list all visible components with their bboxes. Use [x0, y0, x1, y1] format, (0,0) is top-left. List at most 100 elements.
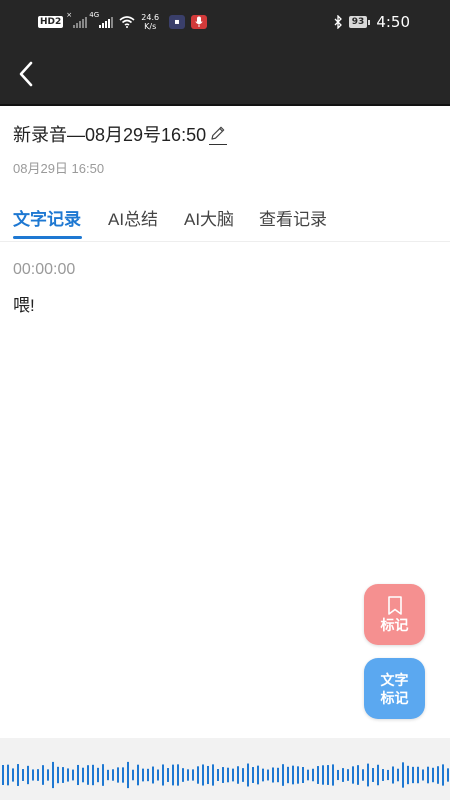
mark-button[interactable]: 标记 — [364, 584, 425, 645]
waveform-bar — [302, 767, 304, 783]
back-button[interactable] — [8, 56, 44, 92]
tab-view-records[interactable]: 查看记录 — [259, 205, 327, 230]
waveform-bar — [237, 766, 239, 784]
waveform-bar — [97, 767, 99, 783]
waveform-bar — [327, 765, 329, 785]
chevron-left-icon — [19, 61, 33, 87]
waveform-bar — [227, 767, 229, 783]
waveform-bar — [277, 767, 279, 783]
waveform-bar — [197, 766, 199, 784]
waveform-bar — [87, 765, 89, 785]
waveform-bar — [297, 766, 299, 784]
waveform-bar — [7, 764, 9, 786]
waveform-bar — [247, 763, 249, 787]
waveform-bar — [62, 767, 64, 783]
waveform-bar — [217, 769, 219, 781]
waveform-bar — [47, 769, 49, 781]
waveform-bar — [272, 767, 274, 783]
waveform-bar — [322, 765, 324, 785]
recording-title: 新录音—08月29号16:50 — [13, 125, 207, 145]
waveform-bar — [292, 765, 294, 785]
waveform-bar — [142, 768, 144, 782]
waveform-bar — [202, 764, 204, 786]
waveform-bar — [187, 769, 189, 781]
transcript-timestamp: 00:00:00 — [13, 261, 76, 278]
pencil-icon[interactable] — [209, 123, 228, 145]
status-bar: HD2 × 4G 24.6 K/s ▪ 93 4:50 — [0, 0, 450, 44]
waveform-bar — [147, 768, 149, 782]
waveform-bar — [92, 764, 94, 786]
waveform-bar — [317, 766, 319, 784]
waveform-bar — [157, 769, 159, 781]
waveform-bar — [207, 765, 209, 785]
waveform-bar — [387, 769, 389, 781]
waveform-bar — [377, 764, 379, 786]
waveform-bar — [427, 766, 429, 784]
tab-transcript[interactable]: 文字记录 — [13, 205, 81, 230]
status-right: 93 4:50 — [334, 10, 410, 34]
waveform-bar — [232, 768, 234, 782]
waveform-bar — [172, 764, 174, 786]
waveform-bar — [442, 764, 444, 786]
app-notification-icon: ▪ — [169, 15, 186, 29]
waveform-bar — [417, 766, 419, 784]
waveform-bar — [267, 769, 269, 781]
bookmark-icon — [387, 595, 402, 615]
waveform-bar — [167, 768, 169, 782]
waveform-bar — [407, 765, 409, 785]
microphone-icon — [191, 15, 208, 29]
waveform-bar — [222, 767, 224, 783]
waveform-bar — [72, 769, 74, 781]
text-mark-label-line2: 标记 — [380, 689, 409, 706]
waveform-bar — [367, 763, 369, 787]
recording-date: 08月29日 16:50 — [13, 161, 105, 176]
waveform-bar — [332, 764, 334, 786]
waveform-bar — [2, 765, 4, 785]
waveform-bar — [392, 766, 394, 784]
waveform-bar — [17, 764, 19, 786]
waveform-bar — [152, 766, 154, 784]
waveform-bar — [447, 768, 449, 782]
hd-icon: HD2 — [38, 16, 64, 28]
waveform-bar — [37, 769, 39, 781]
waveform-bar — [127, 761, 129, 789]
waveform-bar — [112, 769, 114, 781]
waveform-bar — [107, 769, 109, 781]
signal-4g-icon: 4G — [89, 11, 114, 28]
waveform-bar — [117, 767, 119, 783]
recording-title-row: 新录音—08月29号16:50 — [13, 121, 228, 147]
waveform-bar — [12, 768, 14, 782]
waveform-bar — [362, 769, 364, 781]
waveform-bar — [422, 769, 424, 781]
waveform-bar — [182, 768, 184, 782]
transcript-text: 喂! — [13, 296, 35, 315]
battery-icon: 93 — [348, 16, 371, 28]
waveform-bar — [347, 769, 349, 781]
waveform-bar — [22, 769, 24, 781]
waveform-bar — [412, 766, 414, 784]
waveform-bar — [42, 765, 44, 785]
waveform-bar — [82, 767, 84, 783]
waveform-bar — [242, 768, 244, 782]
waveform-bar — [162, 764, 164, 786]
waveform-bar — [212, 764, 214, 786]
waveform — [2, 761, 449, 789]
waveform-bar — [52, 761, 54, 789]
tab-ai-summary[interactable]: AI总结 — [108, 205, 158, 230]
network-speed: 24.6 K/s — [141, 13, 160, 31]
waveform-bar — [312, 768, 314, 782]
waveform-bar — [372, 768, 374, 782]
waveform-bar — [192, 769, 194, 781]
waveform-bar — [437, 766, 439, 784]
waveform-bar — [57, 766, 59, 784]
tab-ai-brain[interactable]: AI大脑 — [184, 205, 234, 230]
waveform-bar — [337, 769, 339, 781]
status-left: HD2 × 4G 24.6 K/s ▪ — [38, 10, 208, 34]
wifi-icon — [119, 16, 135, 28]
waveform-bar — [432, 767, 434, 783]
waveform-bar — [102, 764, 104, 786]
mark-button-label: 标记 — [380, 616, 409, 633]
text-mark-button[interactable]: 文字 标记 — [364, 658, 425, 719]
clock: 4:50 — [376, 13, 410, 31]
waveform-bar — [67, 768, 69, 782]
